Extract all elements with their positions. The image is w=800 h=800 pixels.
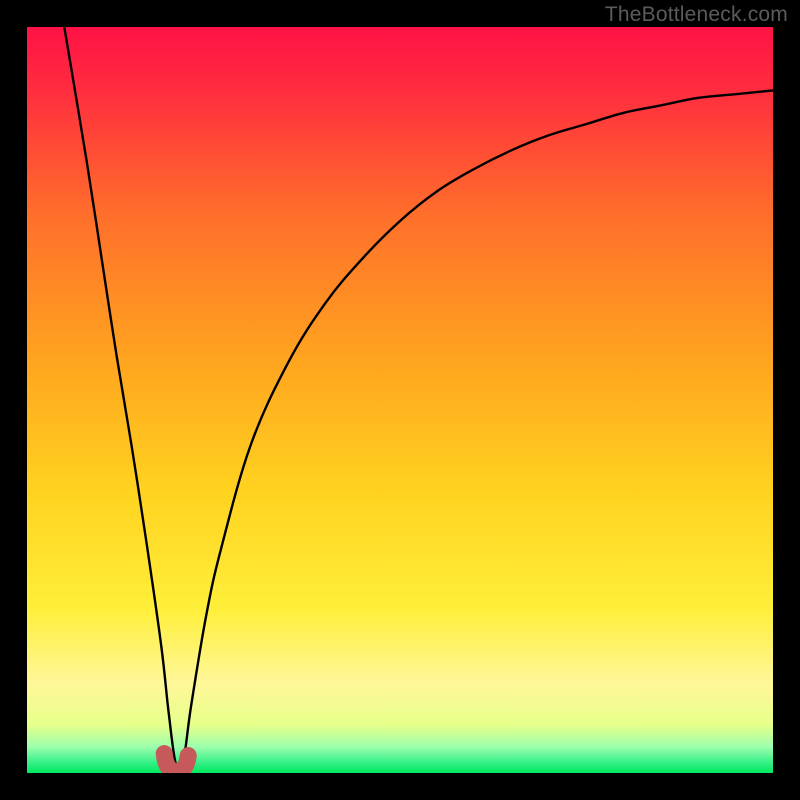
bottleneck-curve: [27, 27, 773, 773]
curve-path: [64, 27, 773, 770]
plot-area: [27, 27, 773, 773]
outer-frame: TheBottleneck.com: [0, 0, 800, 800]
watermark-text: TheBottleneck.com: [605, 3, 788, 27]
